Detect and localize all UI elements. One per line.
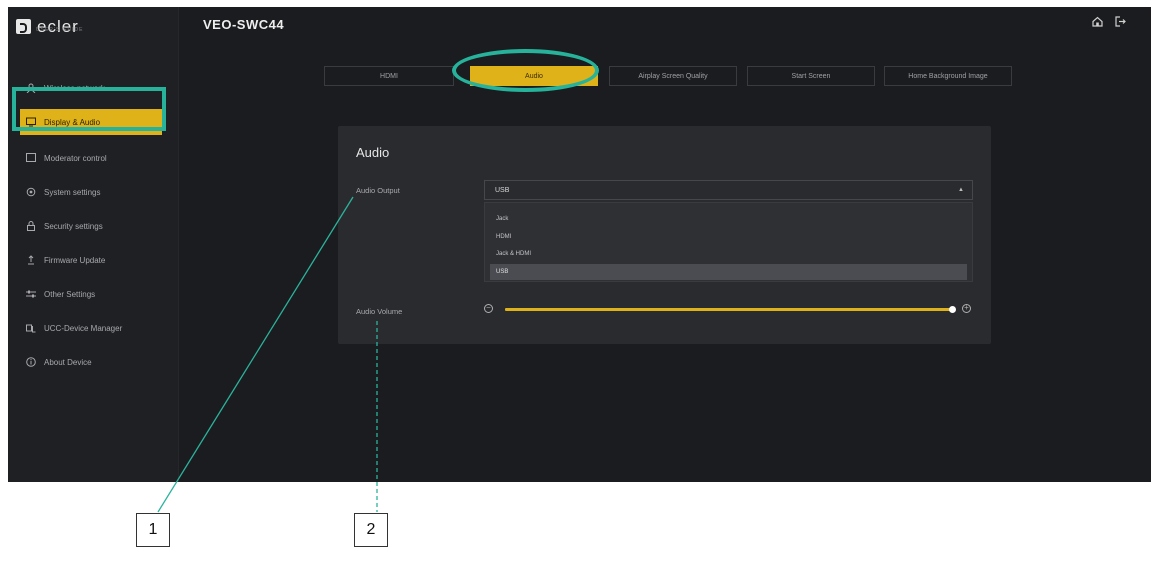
- audio-output-select[interactable]: USB ▲: [484, 180, 973, 200]
- tab-airplay-screen-quality[interactable]: Airplay Screen Quality: [609, 66, 737, 86]
- callout-2: 2: [354, 513, 388, 547]
- sidebar-item-label: About Device: [44, 357, 92, 367]
- sidebar-item-label: System settings: [44, 187, 101, 197]
- moderator-icon: [26, 153, 36, 163]
- tab-home-background-image[interactable]: Home Background Image: [884, 66, 1012, 86]
- sidebar-item-system-settings[interactable]: System settings: [26, 181, 162, 203]
- audio-output-dropdown: Jack HDMI Jack & HDMI USB: [484, 202, 973, 282]
- sidebar: ecler USER'S GUIDE Wireless network Disp…: [8, 7, 179, 482]
- audio-output-value: USB: [495, 186, 510, 194]
- volume-slider-thumb[interactable]: [949, 306, 956, 313]
- volume-increase-icon[interactable]: +: [962, 304, 971, 313]
- callout-1: 1: [136, 513, 170, 547]
- upload-icon: [26, 255, 36, 265]
- sidebar-item-other-settings[interactable]: Other Settings: [26, 283, 162, 305]
- volume-decrease-icon[interactable]: −: [484, 304, 493, 313]
- info-icon: [26, 357, 36, 367]
- sidebar-item-security-settings[interactable]: Security settings: [26, 215, 162, 237]
- caret-down-icon: ▲: [958, 187, 964, 193]
- sidebar-item-firmware-update[interactable]: Firmware Update: [26, 249, 162, 271]
- sidebar-item-ucc-device-manager[interactable]: UCC-Device Manager: [26, 317, 162, 339]
- sidebar-item-label: Moderator control: [44, 153, 107, 163]
- device-manager-icon: [26, 323, 36, 333]
- lock-icon: [26, 221, 36, 231]
- ecler-logo-icon: [16, 18, 31, 34]
- gear-icon: [26, 187, 36, 197]
- audio-volume-label: Audio Volume: [356, 307, 403, 316]
- panel-title: Audio: [356, 145, 390, 160]
- logo: ecler: [16, 16, 79, 36]
- sidebar-item-about-device[interactable]: About Device: [26, 351, 162, 373]
- sidebar-item-label: UCC-Device Manager: [44, 323, 123, 333]
- page-title: VEO-SWC44: [203, 17, 285, 32]
- highlight-sidebar-item: [12, 87, 166, 131]
- dropdown-option-hdmi[interactable]: HDMI: [490, 229, 967, 245]
- sidebar-item-moderator-control[interactable]: Moderator control: [26, 147, 162, 169]
- volume-slider[interactable]: [505, 306, 956, 313]
- highlight-audio-tab: [452, 49, 599, 92]
- sidebar-item-label: Firmware Update: [44, 255, 106, 265]
- logo-subtext: USER'S GUIDE: [36, 27, 84, 33]
- header-actions: [1092, 16, 1126, 30]
- audio-panel: Audio Audio Output USB ▲ Jack HDMI Jack …: [338, 126, 991, 344]
- dropdown-option-jack-hdmi[interactable]: Jack & HDMI: [490, 246, 967, 262]
- sliders-icon: [26, 289, 36, 299]
- dropdown-option-usb[interactable]: USB: [490, 264, 967, 280]
- logout-icon[interactable]: [1115, 16, 1126, 30]
- sidebar-item-label: Other Settings: [44, 289, 96, 299]
- tab-start-screen[interactable]: Start Screen: [747, 66, 875, 86]
- tab-hdmi[interactable]: HDMI: [324, 66, 454, 86]
- app-window: ecler USER'S GUIDE Wireless network Disp…: [8, 7, 1151, 482]
- volume-slider-fill: [505, 308, 952, 311]
- home-icon[interactable]: [1092, 16, 1103, 30]
- dropdown-option-jack[interactable]: Jack: [490, 211, 967, 227]
- audio-output-label: Audio Output: [356, 186, 400, 195]
- sidebar-item-label: Security settings: [44, 221, 103, 231]
